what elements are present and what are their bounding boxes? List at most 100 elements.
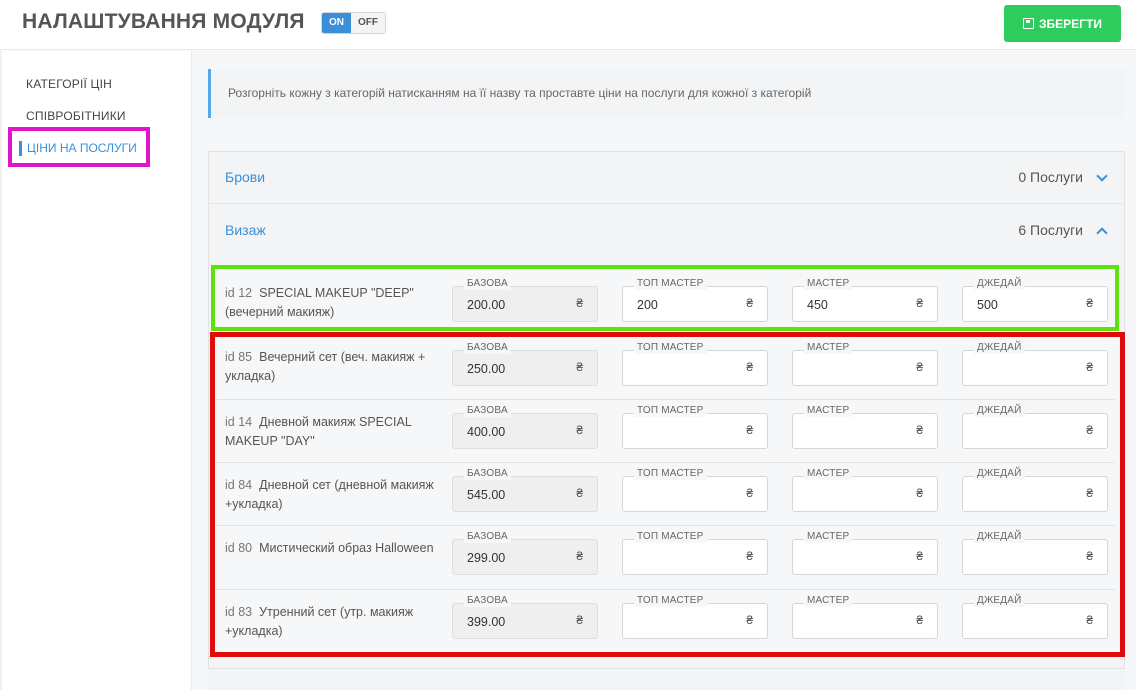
price-top-master-input[interactable]: ТОП МАСТЕР ₴ xyxy=(622,342,768,386)
field-label: БАЗОВА xyxy=(464,595,511,607)
service-name: Дневной макияж SPECIAL MAKEUP "DAY" xyxy=(225,415,412,448)
field-value: 545.00 xyxy=(467,488,506,502)
price-master-input[interactable]: МАСТЕР ₴ xyxy=(792,342,938,386)
price-base-field: БАЗОВА 299.00 ₴ xyxy=(452,531,598,575)
service-label: id 12 SPECIAL MAKEUP "DEEP" (вечерний мак… xyxy=(225,284,440,322)
field-label: ТОП МАСТЕР xyxy=(634,531,707,543)
service-row: id 84 Дневной сет (дневной макияж +укладк… xyxy=(217,462,1115,526)
hryvnia-icon: ₴ xyxy=(1086,613,1093,627)
price-top-master-input[interactable]: ТОП МАСТЕР ₴ xyxy=(622,531,768,575)
field-label: БАЗОВА xyxy=(464,342,511,354)
category-next-partial[interactable] xyxy=(208,668,1125,690)
hryvnia-icon: ₴ xyxy=(576,613,583,627)
hryvnia-icon: ₴ xyxy=(1086,296,1093,310)
field-label: ДЖЕДАЙ xyxy=(974,468,1025,480)
price-jedi-input[interactable]: ДЖЕДАЙ ₴ xyxy=(962,405,1108,449)
price-master-input[interactable]: МАСТЕР ₴ xyxy=(792,531,938,575)
service-name: Дневной сет (дневной макияж +укладка) xyxy=(225,478,434,511)
toggle-off[interactable]: OFF xyxy=(351,13,385,33)
field-label: ДЖЕДАЙ xyxy=(974,278,1025,290)
field-label: ДЖЕДАЙ xyxy=(974,595,1025,607)
hryvnia-icon: ₴ xyxy=(746,549,753,563)
category-makeup[interactable]: Визаж 6 Послуги xyxy=(208,204,1125,257)
field-value[interactable]: 450 xyxy=(807,298,828,312)
hryvnia-icon: ₴ xyxy=(916,613,923,627)
field-label: БАЗОВА xyxy=(464,405,511,417)
hryvnia-icon: ₴ xyxy=(916,486,923,500)
field-value: 299.00 xyxy=(467,551,506,565)
category-name[interactable]: Визаж xyxy=(225,222,266,238)
price-top-master-input[interactable]: ТОП МАСТЕР ₴ xyxy=(622,405,768,449)
chevron-up-icon[interactable] xyxy=(1096,227,1108,239)
field-label: ТОП МАСТЕР xyxy=(634,278,707,290)
toggle-on[interactable]: ON xyxy=(322,13,351,33)
service-label: id 85 Вечерний сет (веч. макияж + укладка… xyxy=(225,348,440,386)
category-brows[interactable]: Брови 0 Послуги xyxy=(208,151,1125,204)
service-name: Утренний сет (утр. макияж +укладка) xyxy=(225,605,414,638)
service-name: Вечерний сет (веч. макияж + укладка) xyxy=(225,350,426,383)
service-id: id 14 xyxy=(225,415,253,429)
price-master-input[interactable]: МАСТЕР 450 ₴ xyxy=(792,278,938,322)
field-label: МАСТЕР xyxy=(804,278,853,290)
price-top-master-input[interactable]: ТОП МАСТЕР ₴ xyxy=(622,595,768,639)
hryvnia-icon: ₴ xyxy=(576,549,583,563)
price-base-field: БАЗОВА 200.00 ₴ xyxy=(452,278,598,322)
price-jedi-input[interactable]: ДЖЕДАЙ 500 ₴ xyxy=(962,278,1108,322)
page-title: НАЛАШТУВАННЯ МОДУЛЯ xyxy=(22,10,305,33)
service-id: id 84 xyxy=(225,478,253,492)
service-id: id 83 xyxy=(225,605,253,619)
service-label: id 83 Утренний сет (утр. макияж +укладка) xyxy=(225,603,440,641)
hryvnia-icon: ₴ xyxy=(916,360,923,374)
service-row: id 83 Утренний сет (утр. макияж +укладка)… xyxy=(217,589,1115,651)
module-toggle[interactable]: ON OFF xyxy=(321,12,386,34)
price-master-input[interactable]: МАСТЕР ₴ xyxy=(792,468,938,512)
field-label: МАСТЕР xyxy=(804,405,853,417)
save-button-label: ЗБЕРЕГТИ xyxy=(1039,16,1102,31)
hryvnia-icon: ₴ xyxy=(1086,486,1093,500)
field-value: 399.00 xyxy=(467,615,506,629)
left-edge-stripe xyxy=(0,51,2,690)
price-master-input[interactable]: МАСТЕР ₴ xyxy=(792,595,938,639)
service-row: id 85 Вечерний сет (веч. макияж + укладка… xyxy=(217,330,1115,393)
category-count: 0 Послуги xyxy=(1018,169,1083,185)
hryvnia-icon: ₴ xyxy=(746,613,753,627)
service-row: id 80 Мистический образ Halloween БАЗОВА 2… xyxy=(217,525,1115,589)
hryvnia-icon: ₴ xyxy=(746,423,753,437)
service-row: id 14 Дневной макияж SPECIAL MAKEUP "DAY"… xyxy=(217,399,1115,463)
hryvnia-icon: ₴ xyxy=(746,296,753,310)
service-label: id 14 Дневной макияж SPECIAL MAKEUP "DAY" xyxy=(225,413,440,451)
price-base-field: БАЗОВА 400.00 ₴ xyxy=(452,405,598,449)
info-message: Розгорніть кожну з категорій натисканням… xyxy=(208,69,1125,118)
price-jedi-input[interactable]: ДЖЕДАЙ ₴ xyxy=(962,342,1108,386)
price-base-field: БАЗОВА 545.00 ₴ xyxy=(452,468,598,512)
price-jedi-input[interactable]: ДЖЕДАЙ ₴ xyxy=(962,595,1108,639)
chevron-down-icon[interactable] xyxy=(1096,170,1108,182)
field-label: БАЗОВА xyxy=(464,468,511,480)
field-label: ТОП МАСТЕР xyxy=(634,595,707,607)
field-label: МАСТЕР xyxy=(804,468,853,480)
field-label: ДЖЕДАЙ xyxy=(974,531,1025,543)
price-master-input[interactable]: МАСТЕР ₴ xyxy=(792,405,938,449)
sidebar-item-employees[interactable]: СПІВРОБІТНИКИ xyxy=(26,109,126,123)
hryvnia-icon: ₴ xyxy=(1086,360,1093,374)
field-value[interactable]: 500 xyxy=(977,298,998,312)
field-label: МАСТЕР xyxy=(804,531,853,543)
field-label: БАЗОВА xyxy=(464,531,511,543)
category-count: 6 Послуги xyxy=(1018,222,1083,238)
price-jedi-input[interactable]: ДЖЕДАЙ ₴ xyxy=(962,531,1108,575)
field-value: 250.00 xyxy=(467,362,506,376)
category-name[interactable]: Брови xyxy=(225,169,265,185)
field-value: 400.00 xyxy=(467,425,506,439)
sidebar-item-price-categories[interactable]: КАТЕГОРІЇ ЦІН xyxy=(26,77,112,91)
hryvnia-icon: ₴ xyxy=(576,296,583,310)
price-jedi-input[interactable]: ДЖЕДАЙ ₴ xyxy=(962,468,1108,512)
sidebar-item-service-prices[interactable]: ЦІНИ НА ПОСЛУГИ xyxy=(19,141,137,156)
price-top-master-input[interactable]: ТОП МАСТЕР ₴ xyxy=(622,468,768,512)
field-label: МАСТЕР xyxy=(804,595,853,607)
service-id: id 85 xyxy=(225,350,253,364)
price-top-master-input[interactable]: ТОП МАСТЕР 200 ₴ xyxy=(622,278,768,322)
top-header: НАЛАШТУВАННЯ МОДУЛЯ ON OFF ЗБЕРЕГТИ xyxy=(0,0,1136,50)
save-button[interactable]: ЗБЕРЕГТИ xyxy=(1004,5,1121,42)
service-name: SPECIAL MAKEUP "DEEP" (вечерний макияж) xyxy=(225,286,414,319)
field-value[interactable]: 200 xyxy=(637,298,658,312)
